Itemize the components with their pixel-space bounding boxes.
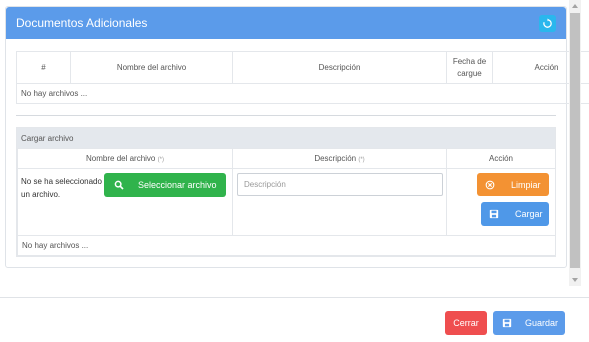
panel-title: Documentos Adicionales <box>16 16 148 30</box>
clear-button[interactable]: Limpiar <box>477 173 549 196</box>
divider <box>16 115 556 116</box>
upload-section-title: Cargar archivo <box>17 128 555 148</box>
document-modal: Documentos Adicionales # Nombre del arch… <box>0 0 589 342</box>
required-mark: (*) <box>157 157 164 163</box>
col-description: Descripción <box>232 51 447 84</box>
upload-table: Nombre del archivo (*) Descripción (*) A… <box>17 148 556 256</box>
upload-table-header: Nombre del archivo (*) Descripción (*) A… <box>17 148 556 169</box>
upload-button[interactable]: Cargar <box>481 202 549 226</box>
refresh-icon <box>543 17 552 28</box>
scroll-down-arrow-icon[interactable] <box>569 274 581 286</box>
save-label: Guardar <box>525 318 559 328</box>
refresh-button[interactable] <box>539 14 556 32</box>
empty-upload-message: No hay archivos ... <box>17 235 556 256</box>
upload-col-action: Acción <box>446 148 556 169</box>
col-number: # <box>16 51 71 84</box>
upload-col-description-label: Descripción <box>314 154 357 163</box>
action-cell: Limpiar Cargar <box>446 168 556 236</box>
save-icon <box>502 318 512 328</box>
upload-col-file-name: Nombre del archivo (*) <box>17 148 233 169</box>
upload-col-file-name-label: Nombre del archivo <box>86 154 156 163</box>
modal-footer: Cerrar Guardar <box>0 297 589 342</box>
select-file-button[interactable]: Seleccionar archivo <box>104 173 226 197</box>
description-cell <box>232 168 447 236</box>
files-table: # Nombre del archivo Descripción Fecha d… <box>16 51 589 104</box>
col-file-name: Nombre del archivo <box>70 51 233 84</box>
files-table-header: # Nombre del archivo Descripción Fecha d… <box>16 51 589 84</box>
close-label: Cerrar <box>453 318 479 328</box>
description-input[interactable] <box>237 173 443 196</box>
table-row: No hay archivos ... <box>17 235 556 256</box>
scroll-up-arrow-icon[interactable] <box>569 0 581 12</box>
search-icon <box>114 180 124 190</box>
col-upload-date: Fecha de cargue <box>446 51 493 84</box>
empty-files-message: No hay archivos ... <box>16 83 589 104</box>
upload-col-description: Descripción (*) <box>232 148 447 169</box>
vertical-scrollbar[interactable] <box>569 0 581 286</box>
file-cell: No se ha seleccionado un archivo. Selecc… <box>17 168 233 236</box>
save-icon <box>489 209 499 219</box>
close-button[interactable]: Cerrar <box>445 311 487 335</box>
col-upload-date-line2: cargue <box>457 68 482 78</box>
no-file-selected-text: No se ha seleccionado un archivo. <box>21 177 102 199</box>
upload-row: No se ha seleccionado un archivo. Selecc… <box>17 168 556 236</box>
select-file-label: Seleccionar archivo <box>138 180 217 190</box>
save-button[interactable]: Guardar <box>493 311 565 335</box>
table-row: No hay archivos ... <box>16 83 589 104</box>
modal-body: Documentos Adicionales # Nombre del arch… <box>0 0 589 290</box>
panel-header: Documentos Adicionales <box>6 7 566 39</box>
col-upload-date-line1: Fecha de <box>452 56 487 66</box>
upload-section: Cargar archivo Nombre del archivo (*) De… <box>16 127 556 257</box>
required-mark: (*) <box>358 157 365 163</box>
close-circle-icon <box>485 180 495 189</box>
upload-label: Cargar <box>515 209 543 219</box>
clear-label: Limpiar <box>511 179 541 190</box>
documents-panel: Documentos Adicionales # Nombre del arch… <box>5 6 589 268</box>
scroll-thumb[interactable] <box>570 13 580 268</box>
